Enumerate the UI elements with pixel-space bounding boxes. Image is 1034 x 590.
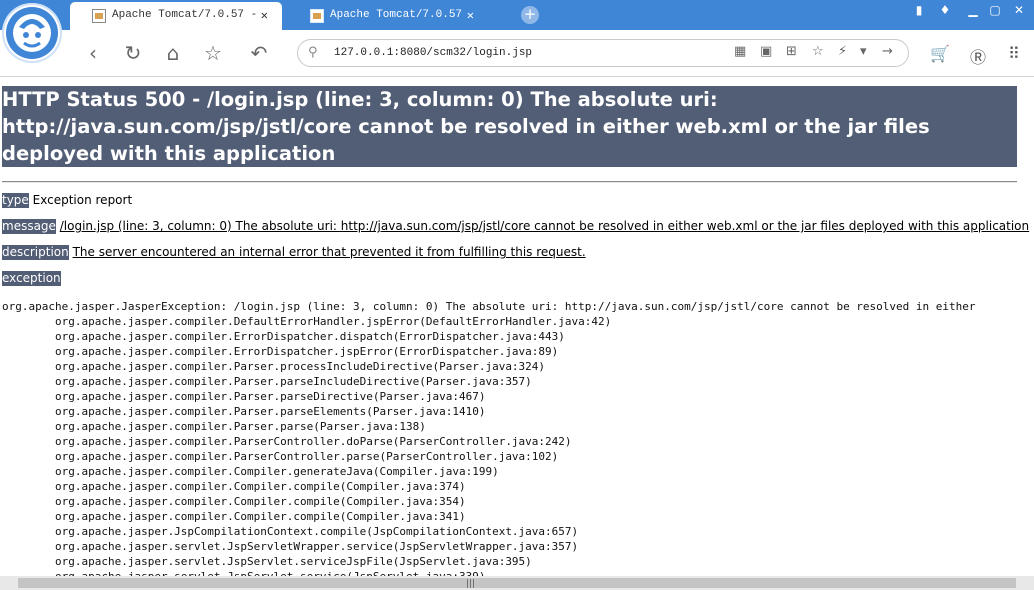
tab-apache-tomcat-2[interactable]: Apache Tomcat/7.0.57 ✕ xyxy=(288,2,488,30)
reload-icon[interactable]: ↻ xyxy=(118,38,148,68)
scrollbar-thumb[interactable]: ||| xyxy=(18,578,1016,589)
type-label: type xyxy=(2,193,29,208)
close-window-icon[interactable]: ✕ xyxy=(1008,3,1030,17)
stack-trace-line: org.apache.jasper.compiler.DefaultErrorH… xyxy=(2,315,612,328)
star-icon[interactable]: ☆ xyxy=(198,38,228,68)
browser-title-bar: Apache Tomcat/7.0.57 - ✕ Apache Tomcat/7… xyxy=(0,0,1034,30)
stack-trace-line: org.apache.jasper.compiler.ErrorDispatch… xyxy=(2,330,565,343)
tab-apache-tomcat-1[interactable]: Apache Tomcat/7.0.57 - ✕ xyxy=(70,2,282,30)
description-row: description The server encountered an in… xyxy=(2,245,586,260)
skin-icon[interactable]: ♦ xyxy=(934,3,956,17)
stack-trace-line: org.apache.jasper.compiler.Parser.parseE… xyxy=(2,405,486,418)
extension-icon[interactable]: Ⓡ xyxy=(970,44,986,68)
stack-trace-line: org.apache.jasper.compiler.Compiler.comp… xyxy=(2,480,466,493)
stack-trace-line: org.apache.jasper.JspCompilationContext.… xyxy=(2,525,579,538)
stack-trace-line: org.apache.jasper.compiler.Parser.parseI… xyxy=(2,375,532,388)
qr-code-icon[interactable]: ▦ xyxy=(734,44,746,59)
message-row: message /login.jsp (line: 3, column: 0) … xyxy=(2,219,1030,234)
browser-logo[interactable] xyxy=(2,3,62,63)
tomcat-favicon-icon xyxy=(92,9,106,23)
error-heading: HTTP Status 500 - /login.jsp (line: 3, c… xyxy=(2,86,1017,167)
horizontal-scrollbar[interactable]: ||| xyxy=(0,576,1034,590)
minimize-icon[interactable]: ▁ xyxy=(962,3,984,17)
address-bar[interactable]: ⚲ ▦ ▣ ⊞ ☆ ⚡ ▾ → xyxy=(297,39,909,67)
mini-mode-icon[interactable]: ▮ xyxy=(908,3,930,17)
maximize-icon[interactable]: ▢ xyxy=(984,3,1006,17)
stack-trace-line: org.apache.jasper.compiler.Compiler.gene… xyxy=(2,465,499,478)
site-info-icon[interactable]: ⚲ xyxy=(308,45,318,60)
tab-close-icon[interactable]: ✕ xyxy=(261,8,268,23)
tab-label: Apache Tomcat/7.0.57 xyxy=(330,9,463,21)
type-row: type Exception report xyxy=(2,193,133,208)
reader-icon[interactable]: ▣ xyxy=(760,44,772,59)
message-value: /login.jsp (line: 3, column: 0) The abso… xyxy=(59,219,1030,233)
stack-trace-line: org.apache.jasper.servlet.JspServletWrap… xyxy=(2,540,579,553)
go-arrow-icon[interactable]: → xyxy=(882,44,893,59)
translate-icon[interactable]: ⊞ xyxy=(786,44,797,59)
stack-trace-line: org.apache.jasper.compiler.Parser.proces… xyxy=(2,360,546,373)
stack-trace-line: org.apache.jasper.compiler.ParserControl… xyxy=(2,450,559,463)
cart-icon[interactable]: 🛒 xyxy=(930,44,950,63)
address-input[interactable] xyxy=(334,44,714,62)
message-label: message xyxy=(2,219,56,234)
home-icon[interactable]: ⌂ xyxy=(158,38,188,68)
stack-trace-line: org.apache.jasper.servlet.JspServlet.ser… xyxy=(2,555,532,568)
stack-trace-line: org.apache.jasper.compiler.Parser.parse(… xyxy=(2,420,426,433)
description-label: description xyxy=(2,245,69,260)
scrollbar-grip: ||| xyxy=(466,579,476,589)
stack-trace: org.apache.jasper.JasperException: /logi… xyxy=(2,299,976,584)
page-content: HTTP Status 500 - /login.jsp (line: 3, c… xyxy=(0,77,1034,590)
back-icon[interactable]: ‹ xyxy=(78,38,108,68)
type-value: Exception report xyxy=(32,193,133,207)
stack-trace-line: org.apache.jasper.compiler.Parser.parseD… xyxy=(2,390,486,403)
stack-trace-line: org.apache.jasper.JasperException: /logi… xyxy=(2,300,976,313)
description-value: The server encountered an internal error… xyxy=(72,245,586,259)
exception-label: exception xyxy=(2,271,61,286)
tomcat-favicon-icon xyxy=(310,9,324,23)
browser-toolbar: ‹ ↻ ⌂ ☆ ↶ ⚲ ▦ ▣ ⊞ ☆ ⚡ ▾ → 🛒 Ⓡ ⠿ xyxy=(0,30,1034,77)
lightning-icon[interactable]: ⚡ xyxy=(838,44,847,59)
stack-trace-line: org.apache.jasper.compiler.Compiler.comp… xyxy=(2,510,466,523)
favorite-icon[interactable]: ☆ xyxy=(812,44,824,59)
stack-trace-line: org.apache.jasper.compiler.ParserControl… xyxy=(2,435,572,448)
stack-trace-line: org.apache.jasper.compiler.ErrorDispatch… xyxy=(2,345,559,358)
exception-row: exception xyxy=(2,271,61,286)
tab-close-icon[interactable]: ✕ xyxy=(467,8,474,23)
stack-trace-line: org.apache.jasper.compiler.Compiler.comp… xyxy=(2,495,466,508)
divider xyxy=(2,181,1017,183)
dropdown-icon[interactable]: ▾ xyxy=(860,44,867,59)
new-tab-button[interactable]: + xyxy=(521,6,539,24)
tab-label: Apache Tomcat/7.0.57 - xyxy=(112,9,258,21)
apps-grid-icon[interactable]: ⠿ xyxy=(1008,44,1020,63)
undo-icon[interactable]: ↶ xyxy=(244,38,274,68)
